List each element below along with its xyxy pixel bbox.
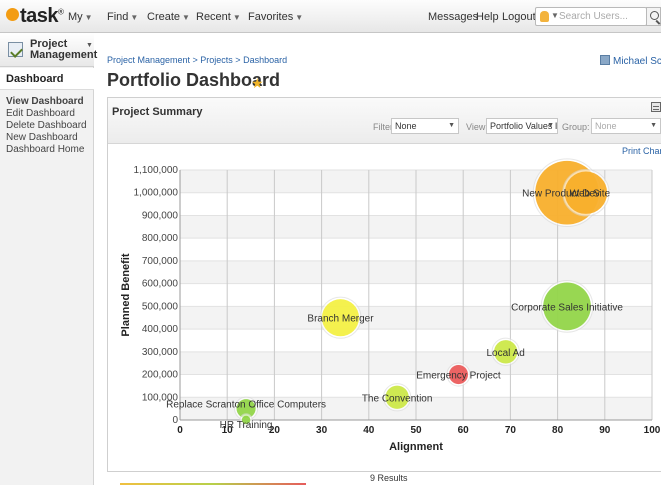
menu-recent-label: Recent	[196, 11, 231, 23]
chevron-down-icon: ▼	[295, 13, 304, 22]
search-icon	[650, 11, 659, 20]
print-chart-link[interactable]: Print Chart	[622, 146, 661, 156]
help-link[interactable]: Help	[476, 11, 499, 23]
chevron-down-icon: ▼	[182, 13, 190, 22]
chevron-down-icon: ▼	[650, 122, 657, 129]
chevron-down-icon: ▼	[84, 13, 93, 22]
logo-registered-mark: ®	[58, 7, 64, 17]
user-avatar-icon	[600, 55, 610, 65]
breadcrumb[interactable]: Project Management > Projects > Dashboar…	[107, 55, 287, 65]
sidebar-item-delete-dashboard[interactable]: Delete Dashboard	[6, 120, 87, 132]
menu-favorites-label: Favorites	[248, 11, 294, 23]
menu-my-label: My	[68, 11, 83, 23]
chevron-down-icon: ▼	[547, 122, 554, 129]
filter-select[interactable]: None ▼	[391, 118, 459, 134]
sidebar-section-label: Project Management	[30, 38, 98, 61]
top-nav-bar: task® My ▼ Find ▼ Create ▼ Recent ▼ Favorite…	[0, 0, 661, 33]
sidebar-item-dashboard-home[interactable]: Dashboard Home	[6, 144, 87, 156]
chevron-down-icon: ▼	[232, 13, 241, 22]
menu-my[interactable]: My ▼	[68, 11, 93, 23]
menu-favorites[interactable]: Favorites ▼	[248, 11, 303, 23]
app-logo[interactable]: task®	[6, 5, 64, 28]
sidebar-section-header[interactable]: Project Management ▼	[0, 33, 98, 67]
menu-find-label: Find	[107, 11, 129, 23]
logo-circle-icon	[6, 8, 19, 21]
sidebar-actions: View Dashboard Edit Dashboard Delete Das…	[6, 96, 87, 156]
messages-link[interactable]: Messages	[428, 11, 478, 23]
project-summary-panel: Project Summary Filter: None ▼ View: Port…	[107, 97, 661, 472]
results-count: 9 Results	[370, 473, 408, 483]
search-button[interactable]	[646, 7, 661, 26]
menu-create-label: Create	[147, 11, 181, 23]
sidebar: Project Management ▼ Dashboard View Dash…	[0, 33, 98, 485]
menu-recent[interactable]: Recent ▼	[196, 11, 241, 23]
group-label: Group:	[562, 122, 590, 132]
logout-link[interactable]: Logout	[502, 11, 536, 23]
search-placeholder: Search Users...	[559, 11, 628, 22]
panel-menu-icon[interactable]	[651, 102, 661, 112]
user-name: Michael Scott	[613, 56, 661, 67]
chevron-down-icon[interactable]: ▼	[551, 11, 559, 20]
sidebar-item-dashboard[interactable]: Dashboard	[0, 68, 94, 90]
menu-create[interactable]: Create ▼	[147, 11, 190, 23]
sidebar-item-edit-dashboard[interactable]: Edit Dashboard	[6, 108, 87, 120]
project-checklist-icon	[8, 42, 23, 57]
sidebar-item-view-dashboard[interactable]: View Dashboard	[6, 96, 87, 108]
chevron-down-icon[interactable]: ▼	[86, 42, 93, 49]
menu-find[interactable]: Find ▼	[107, 11, 138, 23]
logo-text: task	[20, 5, 59, 27]
user-icon[interactable]	[540, 11, 549, 22]
chevron-down-icon: ▼	[448, 122, 455, 129]
search-users-field[interactable]: ▼ Search Users...	[535, 7, 647, 26]
favorite-star-icon[interactable]: ★	[251, 75, 264, 92]
group-select[interactable]: None ▼	[591, 118, 661, 134]
sidebar-item-new-dashboard[interactable]: New Dashboard	[6, 132, 87, 144]
view-select[interactable]: Portfolio Values I ▼	[486, 118, 558, 134]
filter-value: None	[395, 121, 417, 131]
view-label: View:	[466, 122, 488, 132]
group-value: None	[595, 121, 617, 131]
panel-header: Project Summary Filter: None ▼ View: Port…	[108, 98, 661, 144]
user-profile-link[interactable]: Michael Scott	[600, 55, 661, 67]
panel-title: Project Summary	[112, 106, 203, 118]
chevron-down-icon: ▼	[130, 13, 139, 22]
